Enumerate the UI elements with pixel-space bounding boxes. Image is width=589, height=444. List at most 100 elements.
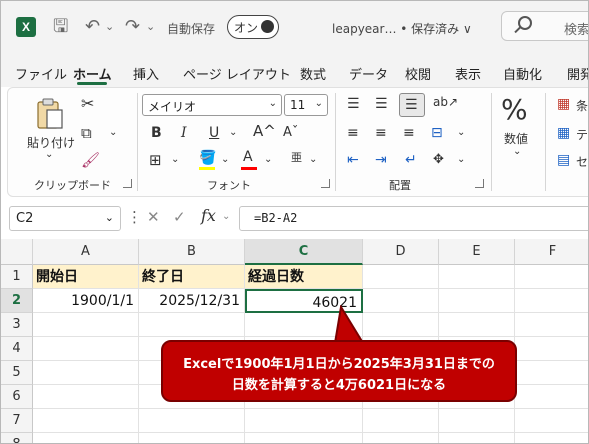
cell-a2[interactable]: 1900/1/1 (33, 289, 139, 313)
more-options-icon[interactable]: ⋮ (127, 208, 142, 226)
italic-button[interactable]: I (181, 124, 187, 142)
number-format-label[interactable]: 数値 (504, 130, 528, 147)
cell-a8[interactable] (33, 433, 139, 443)
cell-f5[interactable] (515, 361, 588, 385)
font-color-icon[interactable]: A (243, 148, 253, 166)
row-header-5[interactable]: 5 (1, 361, 33, 385)
row-header-4[interactable]: 4 (1, 337, 33, 361)
row-header-1[interactable]: 1 (1, 265, 33, 289)
save-icon[interactable]: 🖫 (53, 15, 68, 39)
cell-b2[interactable]: 2025/12/31 (139, 289, 245, 313)
text-format-dropdown-icon[interactable]: ⌄ (457, 151, 465, 169)
search-box[interactable]: 検索 (501, 11, 588, 41)
column-header-a[interactable]: A (33, 239, 139, 265)
phonetic-guide-icon[interactable]: 亜 (291, 149, 302, 167)
enter-icon[interactable]: ✓ (173, 208, 186, 226)
undo-dropdown-icon[interactable]: ⌄ (105, 15, 114, 39)
tab-automate[interactable]: 自動化 (503, 64, 542, 83)
text-format-icon[interactable]: ✥ (433, 151, 444, 169)
cell-f4[interactable] (515, 337, 588, 361)
wrap-text-icon[interactable]: ↵ (405, 151, 417, 169)
tab-insert[interactable]: 挿入 (133, 64, 159, 83)
column-header-f[interactable]: F (515, 239, 588, 265)
cancel-icon[interactable]: ✕ (147, 208, 160, 226)
format-painter-icon[interactable]: 🖌 (81, 151, 100, 169)
tab-page-layout[interactable]: ページ レイアウト (183, 64, 291, 83)
conditional-format-label[interactable]: 条 (576, 97, 588, 114)
align-middle-icon[interactable]: ☰ (375, 95, 388, 113)
name-box[interactable]: C2 ⌄ (9, 206, 121, 231)
cell-styles-label[interactable]: セ (576, 153, 588, 170)
cell-b1[interactable]: 終了日 (139, 265, 245, 289)
borders-dropdown-icon[interactable]: ⌄ (171, 151, 179, 169)
cell-d7[interactable] (363, 409, 439, 433)
row-header-2[interactable]: 2 (1, 289, 33, 313)
conditional-format-icon[interactable]: ▦ (557, 95, 570, 113)
cut-icon[interactable]: ✂ (81, 95, 94, 113)
phonetic-dropdown-icon[interactable]: ⌄ (309, 151, 317, 169)
align-left-icon[interactable]: ≡ (347, 124, 359, 142)
file-name[interactable]: leapyear… • 保存済み ∨ (332, 20, 472, 37)
percent-icon[interactable]: % (501, 93, 528, 127)
autosave-toggle[interactable]: オン (227, 15, 279, 39)
cell-a4[interactable] (33, 337, 139, 361)
row-header-7[interactable]: 7 (1, 409, 33, 433)
select-all-corner[interactable] (1, 239, 33, 265)
cell-b7[interactable] (139, 409, 245, 433)
cell-c1[interactable]: 経過日数 (245, 265, 363, 289)
cell-e8[interactable] (439, 433, 515, 443)
underline-dropdown-icon[interactable]: ⌄ (229, 124, 237, 142)
format-as-table-icon[interactable]: ▦ (557, 124, 570, 142)
cell-e3[interactable] (439, 313, 515, 337)
cell-b8[interactable] (139, 433, 245, 443)
borders-icon[interactable]: ⊞ (149, 151, 162, 169)
column-header-e[interactable]: E (439, 239, 515, 265)
cell-f6[interactable] (515, 385, 588, 409)
fill-color-dropdown-icon[interactable]: ⌄ (221, 151, 229, 169)
copy-icon[interactable]: ⧉ (81, 124, 92, 142)
underline-button[interactable]: U (209, 124, 219, 142)
decrease-indent-icon[interactable]: ⇤ (347, 151, 359, 169)
merge-dropdown-icon[interactable]: ⌄ (457, 124, 465, 142)
format-as-table-label[interactable]: テ (576, 126, 588, 143)
tab-developer[interactable]: 開発 (567, 64, 588, 83)
cell-f2[interactable] (515, 289, 588, 313)
tab-home[interactable]: ホーム (73, 64, 112, 83)
font-launcher-icon[interactable] (321, 179, 330, 188)
formula-input[interactable]: =B2-A2 (239, 206, 588, 231)
cell-f1[interactable] (515, 265, 588, 289)
cell-f7[interactable] (515, 409, 588, 433)
cell-a5[interactable] (33, 361, 139, 385)
shrink-font-button[interactable]: Aˇ (283, 124, 298, 142)
insert-function-button[interactable]: fx (201, 206, 216, 225)
column-header-c[interactable]: C (245, 239, 363, 265)
font-size-select[interactable]: 11 ⌄ (284, 94, 328, 116)
font-name-select[interactable]: メイリオ ⌄ (142, 94, 282, 116)
row-header-8[interactable]: 8 (1, 433, 33, 443)
grow-font-button[interactable]: A^ (253, 122, 276, 140)
copy-dropdown-icon[interactable]: ⌄ (109, 124, 117, 142)
alignment-launcher-icon[interactable] (475, 179, 484, 188)
undo-icon[interactable]: ↶ (85, 15, 100, 39)
font-color-dropdown-icon[interactable]: ⌄ (264, 151, 272, 169)
tab-review[interactable]: 校閲 (405, 64, 431, 83)
bold-button[interactable]: B (151, 124, 162, 142)
cell-e1[interactable] (439, 265, 515, 289)
align-top-icon[interactable]: ☰ (347, 95, 360, 113)
row-header-6[interactable]: 6 (1, 385, 33, 409)
cell-f3[interactable] (515, 313, 588, 337)
cell-c7[interactable] (245, 409, 363, 433)
cell-c8[interactable] (245, 433, 363, 443)
tab-view[interactable]: 表示 (455, 64, 481, 83)
fill-color-icon[interactable]: 🪣 (199, 149, 216, 167)
cell-d1[interactable] (363, 265, 439, 289)
increase-indent-icon[interactable]: ⇥ (375, 151, 387, 169)
cell-a7[interactable] (33, 409, 139, 433)
align-right-icon[interactable]: ≡ (403, 124, 415, 142)
function-dropdown-icon[interactable]: ⌄ (222, 211, 230, 222)
cell-b3[interactable] (139, 313, 245, 337)
tab-data[interactable]: データ (349, 64, 388, 83)
clipboard-launcher-icon[interactable] (123, 179, 132, 188)
number-dropdown-icon[interactable]: ⌄ (513, 146, 521, 157)
redo-icon[interactable]: ↷ (125, 15, 140, 39)
